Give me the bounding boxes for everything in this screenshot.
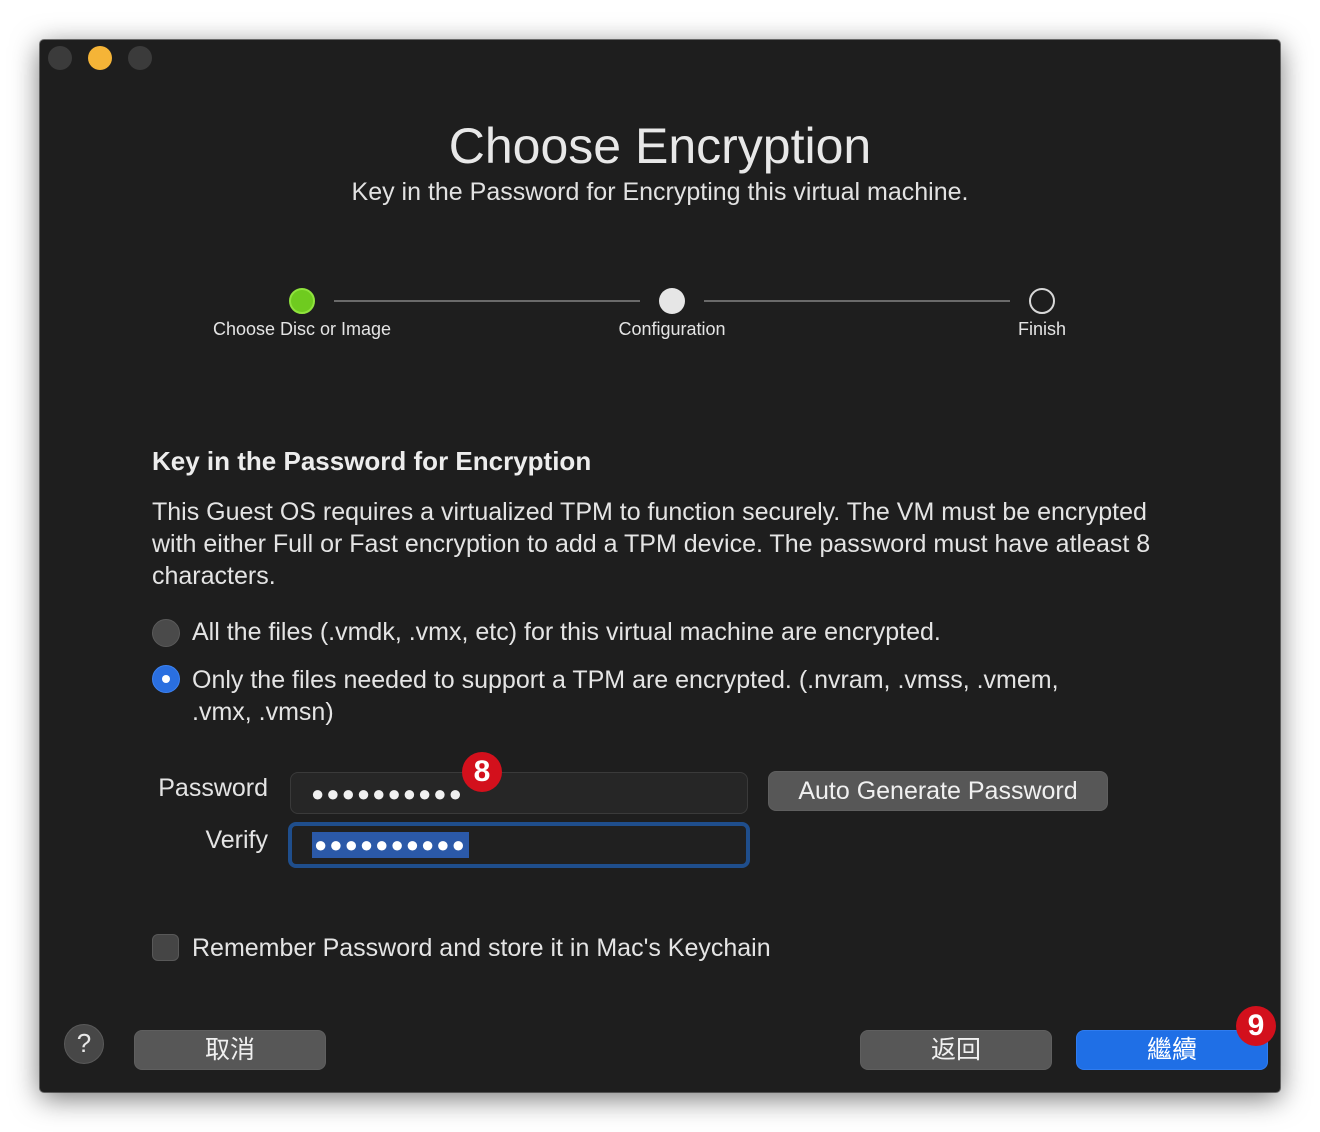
step-label-finish: Finish xyxy=(1017,319,1066,339)
section-description: This Guest OS requires a virtualized TPM… xyxy=(152,498,1151,590)
step-label-configuration: Configuration xyxy=(618,319,726,339)
section-heading: Key in the Password for Encryption xyxy=(152,446,592,476)
annotation-badge-9: 9 xyxy=(1236,1006,1276,1046)
step-connector xyxy=(704,300,1010,302)
auto-generate-password-button[interactable]: Auto Generate Password xyxy=(768,771,1108,811)
annotation-badge-8: 8 xyxy=(462,752,502,792)
back-button[interactable]: 返回 xyxy=(860,1030,1052,1070)
close-window-button[interactable] xyxy=(48,46,72,70)
password-value: ●●●●●●●●●● xyxy=(311,781,464,806)
step-connector xyxy=(334,300,640,302)
keychain-checkbox[interactable] xyxy=(152,934,179,961)
radio-tpm-encryption[interactable] xyxy=(152,665,180,693)
radio-tpm-encryption-label[interactable]: Only the files needed to support a TPM a… xyxy=(192,664,1092,728)
verify-value-selected: ●●●●●●●●●● xyxy=(312,832,469,858)
verify-label: Verify xyxy=(205,826,268,854)
step-pending-icon xyxy=(1029,288,1055,314)
page-subtitle: Key in the Password for Encrypting this … xyxy=(351,178,969,206)
cancel-button[interactable]: 取消 xyxy=(134,1030,326,1070)
minimize-window-button[interactable] xyxy=(88,46,112,70)
page-title: Choose Encryption xyxy=(448,118,872,174)
step-label-choose-disc: Choose Disc or Image xyxy=(212,319,392,339)
keychain-checkbox-label[interactable]: Remember Password and store it in Mac's … xyxy=(192,932,771,964)
radio-full-encryption[interactable] xyxy=(152,619,180,647)
step-completed-icon xyxy=(289,288,315,314)
help-button[interactable]: ? xyxy=(64,1024,104,1064)
step-current-icon xyxy=(659,288,685,314)
setup-window: Choose Encryption Key in the Password fo… xyxy=(40,40,1280,1092)
zoom-window-button[interactable] xyxy=(128,46,152,70)
verify-password-field[interactable]: ●●●●●●●●●● xyxy=(288,822,750,868)
password-field[interactable]: ●●●●●●●●●● xyxy=(290,772,748,814)
password-label: Password xyxy=(158,774,268,802)
radio-full-encryption-label[interactable]: All the files (.vmdk, .vmx, etc) for thi… xyxy=(192,616,1092,648)
